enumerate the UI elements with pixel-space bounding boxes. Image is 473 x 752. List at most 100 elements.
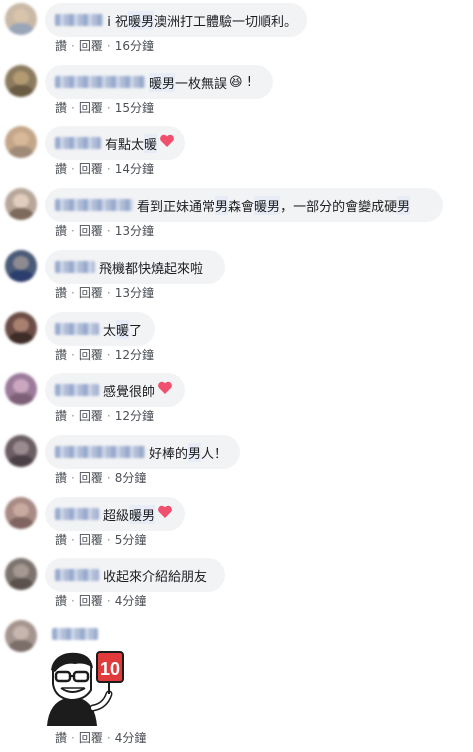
separator-dot: · bbox=[71, 594, 75, 608]
commenter-name[interactable] bbox=[55, 261, 95, 273]
separator-dot: · bbox=[71, 471, 75, 485]
comment-timestamp[interactable]: 13分鐘 bbox=[115, 224, 154, 238]
comment-timestamp[interactable]: 12分鐘 bbox=[115, 409, 154, 423]
separator-dot: · bbox=[106, 594, 111, 608]
comment-text[interactable]: 暖男 bbox=[254, 195, 281, 215]
comment-timestamp[interactable]: 4分鐘 bbox=[115, 594, 147, 608]
comment-text[interactable]: 男 bbox=[188, 442, 202, 462]
comment-text: i 祝 bbox=[107, 14, 128, 30]
avatar[interactable] bbox=[5, 558, 37, 590]
comment-text: 人！ bbox=[201, 446, 228, 462]
reply-link[interactable]: 回覆 bbox=[79, 101, 103, 115]
commenter-name[interactable] bbox=[55, 14, 104, 26]
avatar[interactable] bbox=[5, 188, 37, 220]
comment-text[interactable]: 暖男 bbox=[127, 10, 154, 30]
like-link[interactable]: 讚 bbox=[55, 162, 67, 176]
separator-dot: · bbox=[106, 286, 111, 300]
sticker-image: 10 bbox=[45, 650, 125, 728]
comment-bubble: 太暖了 bbox=[45, 312, 155, 346]
like-link[interactable]: 讚 bbox=[55, 471, 67, 485]
heart-icon bbox=[157, 505, 173, 523]
comment-timestamp[interactable]: 5分鐘 bbox=[115, 533, 147, 547]
avatar[interactable] bbox=[5, 126, 37, 158]
comment-text: 太 bbox=[103, 323, 117, 339]
like-link[interactable]: 讚 bbox=[55, 224, 67, 238]
reply-link[interactable]: 回覆 bbox=[79, 533, 103, 547]
reply-link[interactable]: 回覆 bbox=[79, 409, 103, 423]
avatar[interactable] bbox=[5, 250, 37, 282]
comment-actions: 讚 · 回覆 · 12分鐘 bbox=[55, 407, 154, 424]
like-link[interactable]: 讚 bbox=[55, 731, 67, 745]
like-link[interactable]: 讚 bbox=[55, 409, 67, 423]
comment-bubble: i 祝暖男 澳洲打工體驗一切順利。 bbox=[45, 3, 307, 37]
commenter-name[interactable] bbox=[52, 628, 98, 640]
reply-link[interactable]: 回覆 bbox=[79, 39, 103, 53]
commenter-name[interactable] bbox=[55, 137, 101, 149]
avatar[interactable] bbox=[5, 497, 37, 529]
comment-timestamp[interactable]: 4分鐘 bbox=[115, 731, 147, 745]
reply-link[interactable]: 回覆 bbox=[79, 286, 103, 300]
reply-link[interactable]: 回覆 bbox=[79, 471, 103, 485]
comment-bubble: 暖男 一枚無誤 😆 ! bbox=[45, 65, 273, 99]
comment-actions: 讚 · 回覆 · 16分鐘 bbox=[55, 37, 154, 54]
comment-actions: 讚 · 回覆 · 4分鐘 bbox=[55, 592, 146, 609]
laughing-emoji-icon: 😆 ! bbox=[229, 74, 252, 90]
separator-dot: · bbox=[71, 224, 75, 238]
reply-link[interactable]: 回覆 bbox=[79, 162, 103, 176]
comment-text[interactable]: 男 bbox=[215, 195, 229, 215]
like-link[interactable]: 讚 bbox=[55, 533, 67, 547]
comment-text[interactable]: 暖男 bbox=[149, 72, 176, 92]
reply-link[interactable]: 回覆 bbox=[79, 224, 103, 238]
comment-timestamp[interactable]: 8分鐘 bbox=[115, 471, 147, 485]
comment-actions: 讚 · 回覆 · 5分鐘 bbox=[55, 531, 146, 548]
comment-text[interactable]: 暖男 bbox=[129, 504, 156, 524]
comment-bubble: 感覺很帥 bbox=[45, 373, 185, 407]
reply-link[interactable]: 回覆 bbox=[79, 594, 103, 608]
comment-text: 一枚無誤 bbox=[175, 76, 228, 92]
comment-bubble: 飛機都快燒起來啦 bbox=[45, 250, 225, 284]
separator-dot: · bbox=[106, 162, 111, 176]
comment-text: 森會 bbox=[228, 199, 255, 215]
comment-text: 感覺很帥 bbox=[103, 384, 156, 400]
comment-text[interactable]: 暖 bbox=[116, 319, 130, 339]
avatar[interactable] bbox=[5, 65, 37, 97]
avatar[interactable] bbox=[5, 620, 37, 652]
separator-dot: · bbox=[106, 533, 111, 547]
comment-actions: 讚 · 回覆 · 12分鐘 bbox=[55, 346, 154, 363]
comment-actions: 讚 · 回覆 · 8分鐘 bbox=[55, 469, 146, 486]
commenter-name[interactable] bbox=[55, 569, 99, 581]
comment-timestamp[interactable]: 16分鐘 bbox=[115, 39, 154, 53]
separator-dot: · bbox=[106, 101, 111, 115]
avatar[interactable] bbox=[5, 373, 37, 405]
comment-text: 飛機都快燒起來啦 bbox=[99, 261, 204, 277]
commenter-name[interactable] bbox=[55, 323, 99, 335]
comment-text[interactable]: 男 bbox=[397, 195, 411, 215]
sticker-score: 10 bbox=[100, 659, 120, 679]
commenter-name[interactable] bbox=[55, 446, 145, 458]
comment-timestamp[interactable]: 13分鐘 bbox=[115, 286, 154, 300]
like-link[interactable]: 讚 bbox=[55, 594, 67, 608]
comment-text: 了 bbox=[129, 323, 143, 339]
reply-link[interactable]: 回覆 bbox=[79, 731, 103, 745]
commenter-name[interactable] bbox=[55, 508, 99, 520]
comment-timestamp[interactable]: 14分鐘 bbox=[115, 162, 154, 176]
avatar[interactable] bbox=[5, 3, 37, 35]
reply-link[interactable]: 回覆 bbox=[79, 348, 103, 362]
separator-dot: · bbox=[106, 348, 111, 362]
like-link[interactable]: 讚 bbox=[55, 101, 67, 115]
like-link[interactable]: 讚 bbox=[55, 348, 67, 362]
separator-dot: · bbox=[106, 224, 111, 238]
like-link[interactable]: 讚 bbox=[55, 39, 67, 53]
like-link[interactable]: 讚 bbox=[55, 286, 67, 300]
comment-timestamp[interactable]: 12分鐘 bbox=[115, 348, 154, 362]
avatar[interactable] bbox=[5, 435, 37, 467]
comment-text[interactable]: 暖 bbox=[143, 133, 157, 153]
comment-timestamp[interactable]: 15分鐘 bbox=[115, 101, 154, 115]
commenter-name[interactable] bbox=[55, 384, 99, 396]
heart-icon bbox=[157, 381, 173, 399]
comment-actions: 讚 · 回覆 · 13分鐘 bbox=[55, 222, 154, 239]
comment-text: ，一部分的會變成硬 bbox=[280, 199, 398, 215]
commenter-name[interactable] bbox=[55, 199, 133, 211]
commenter-name[interactable] bbox=[55, 76, 145, 88]
avatar[interactable] bbox=[5, 312, 37, 344]
